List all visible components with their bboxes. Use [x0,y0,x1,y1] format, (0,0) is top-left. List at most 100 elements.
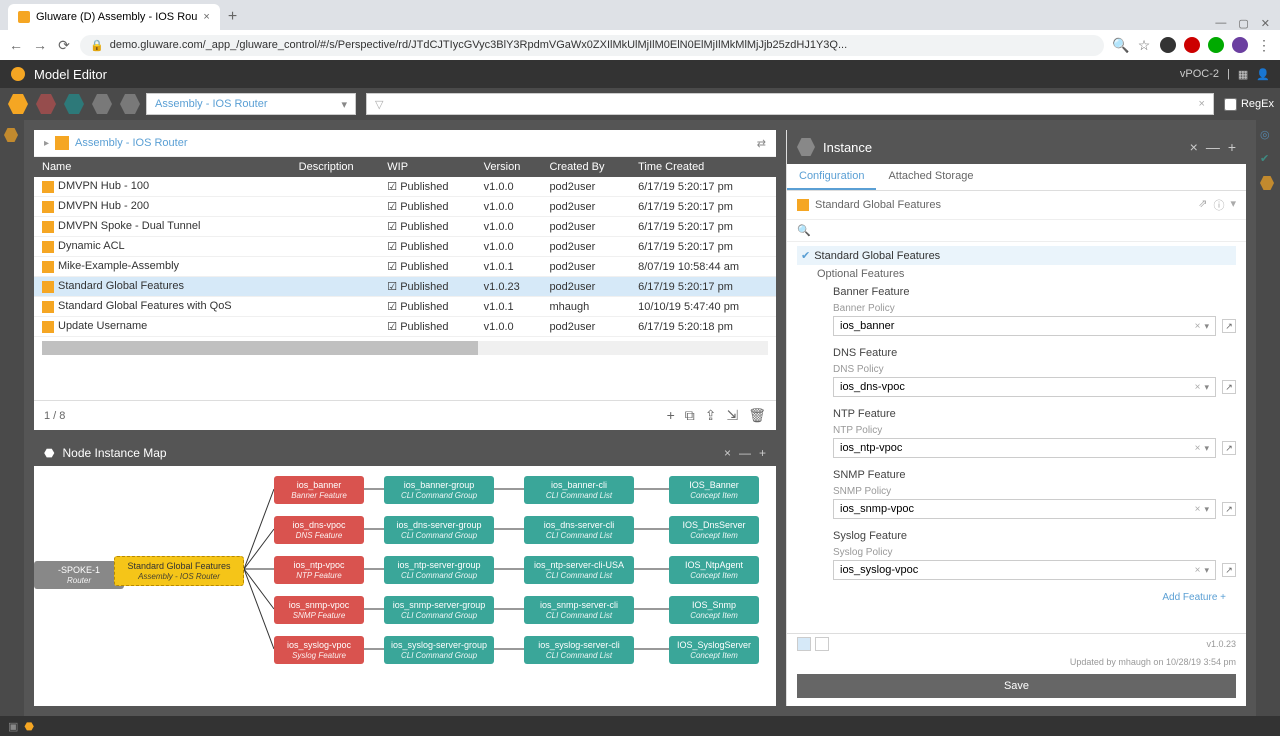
instance-search-input[interactable] [817,225,1236,237]
graph-icon[interactable]: ⬣ [24,720,34,733]
close-window-icon[interactable]: ✕ [1261,17,1270,30]
filter-input[interactable]: ▽ × [366,93,1214,115]
tab-configuration[interactable]: Configuration [787,164,876,190]
column-header[interactable]: Time Created [630,157,776,177]
map-node[interactable]: ios_dns-vpocDNS Feature [274,516,364,544]
ext-icon-2[interactable] [1184,37,1200,53]
crumb-info-icon[interactable]: ⓘ [1213,197,1224,213]
map-node[interactable]: ios_banner-groupCLI Command Group [384,476,494,504]
clear-icon[interactable]: × [1195,382,1201,393]
map-node[interactable]: IOS_BannerConcept Item [669,476,759,504]
view-toggle-icon[interactable]: ⇄ [757,137,766,150]
map-node[interactable]: ios_snmp-server-groupCLI Command Group [384,596,494,624]
scrollbar-thumb[interactable] [42,341,478,355]
table-row[interactable]: Dynamic ACL ☑ Published v1.0.0 pod2user … [34,237,776,257]
table-row[interactable]: DMVPN Hub - 100 ☑ Published v1.0.0 pod2u… [34,177,776,197]
chevron-down-icon[interactable]: ▾ [1204,443,1209,454]
browser-tab[interactable]: Gluware (D) Assembly - IOS Rou × [8,4,220,30]
map-node[interactable]: ios_snmp-server-cliCLI Command List [524,596,634,624]
map-canvas[interactable]: -SPOKE-1RouterStandard Global FeaturesAs… [34,466,776,706]
clear-icon[interactable]: × [1195,443,1201,454]
ext-icon-3[interactable] [1208,37,1224,53]
policy-select[interactable]: ios_dns-vpoc × ▾ [833,377,1216,397]
menu-icon[interactable]: ⋮ [1256,37,1272,54]
breadcrumb-arrow-icon[interactable]: ▸ [44,138,49,149]
edit-policy-icon[interactable]: ↗ [1222,380,1236,394]
instance-add-icon[interactable]: + [1228,139,1236,155]
map-node[interactable]: IOS_DnsServerConcept Item [669,516,759,544]
tool-other-icon[interactable] [118,92,142,116]
new-tab-button[interactable]: + [220,4,245,30]
table-row[interactable]: Standard Global Features ☑ Published v1.… [34,277,776,297]
type-selector[interactable]: Assembly - IOS Router ▾ [146,93,356,115]
feature-item[interactable]: SNMP Feature [797,466,1236,484]
url-input[interactable]: 🔒 demo.gluware.com/_app_/gluware_control… [80,35,1104,56]
rail-check-icon[interactable]: ✔ [1260,152,1276,168]
view-form-icon[interactable] [815,637,829,651]
tool-feature-icon[interactable] [34,92,58,116]
crumb-link-icon[interactable]: ⇗ [1198,197,1207,213]
table-row[interactable]: Standard Global Features with QoS ☑ Publ… [34,297,776,317]
horizontal-scrollbar[interactable] [42,341,768,355]
map-node[interactable]: ios_snmp-vpocSNMP Feature [274,596,364,624]
map-node[interactable]: ios_banner-cliCLI Command List [524,476,634,504]
feature-item[interactable]: DNS Feature [797,344,1236,362]
instance-minimize-icon[interactable]: — [1206,139,1220,155]
add-feature-link[interactable]: Add Feature + [797,588,1236,607]
column-header[interactable]: Version [476,157,542,177]
clear-icon[interactable]: × [1195,565,1201,576]
chevron-down-icon[interactable]: ▾ [1204,382,1209,393]
edit-policy-icon[interactable]: ↗ [1222,319,1236,333]
column-header[interactable]: Description [291,157,380,177]
policy-select[interactable]: ios_snmp-vpoc × ▾ [833,499,1216,519]
tree-root[interactable]: ✔ Standard Global Features [797,246,1236,265]
policy-select[interactable]: ios_ntp-vpoc × ▾ [833,438,1216,458]
star-icon[interactable]: ☆ [1136,37,1152,54]
feature-item[interactable]: Banner Feature [797,283,1236,301]
tool-assembly-icon[interactable] [6,92,30,116]
minimize-icon[interactable]: — [1215,17,1226,30]
map-node[interactable]: ios_ntp-vpocNTP Feature [274,556,364,584]
view-list-icon[interactable] [797,637,811,651]
chevron-down-icon[interactable]: ▾ [1204,321,1209,332]
delete-button[interactable]: 🗑 [748,407,766,424]
clear-icon[interactable]: × [1195,321,1201,332]
feature-item[interactable]: NTP Feature [797,405,1236,423]
map-node[interactable]: Standard Global FeaturesAssembly - IOS R… [114,556,244,586]
edit-policy-icon[interactable]: ↗ [1222,441,1236,455]
map-node[interactable]: IOS_SnmpConcept Item [669,596,759,624]
map-node[interactable]: IOS_NtpAgentConcept Item [669,556,759,584]
user-icon[interactable]: 👤 [1256,68,1270,81]
table-row[interactable]: Mike-Example-Assembly ☑ Published v1.0.1… [34,257,776,277]
tab-attached-storage[interactable]: Attached Storage [876,164,985,190]
terminal-icon[interactable]: ▣ [8,720,18,733]
breadcrumb-item[interactable]: Assembly - IOS Router [75,137,187,149]
map-node[interactable]: ios_syslog-server-cliCLI Command List [524,636,634,664]
map-node[interactable]: ios_dns-server-cliCLI Command List [524,516,634,544]
tool-node-icon[interactable] [90,92,114,116]
map-node[interactable]: -SPOKE-1Router [34,561,124,589]
copy-button[interactable]: ⧉ [685,407,695,424]
zoom-icon[interactable]: 🔍 [1112,37,1128,54]
map-node[interactable]: ios_bannerBanner Feature [274,476,364,504]
regex-checkbox[interactable] [1224,98,1237,111]
map-minimize-icon[interactable]: — [739,446,751,460]
tree-optional[interactable]: Optional Features [797,265,1236,283]
policy-select[interactable]: ios_banner × ▾ [833,316,1216,336]
save-button[interactable]: Save [797,674,1236,698]
chevron-down-icon[interactable]: ▾ [1204,565,1209,576]
tab-close-icon[interactable]: × [203,11,209,23]
export-button[interactable]: ⇲ [726,407,738,424]
map-node[interactable]: ios_ntp-server-cli-USACLI Command List [524,556,634,584]
map-add-icon[interactable]: + [759,446,766,460]
policy-select[interactable]: ios_syslog-vpoc × ▾ [833,560,1216,580]
column-header[interactable]: Created By [541,157,630,177]
profile-avatar[interactable] [1232,37,1248,53]
add-button[interactable]: + [667,407,675,424]
chevron-down-icon[interactable]: ▾ [1204,504,1209,515]
map-node[interactable]: ios_syslog-vpocSyslog Feature [274,636,364,664]
ext-icon-1[interactable] [1160,37,1176,53]
column-header[interactable]: Name [34,157,291,177]
column-header[interactable]: WIP [379,157,475,177]
instance-close-icon[interactable]: × [1190,139,1198,155]
